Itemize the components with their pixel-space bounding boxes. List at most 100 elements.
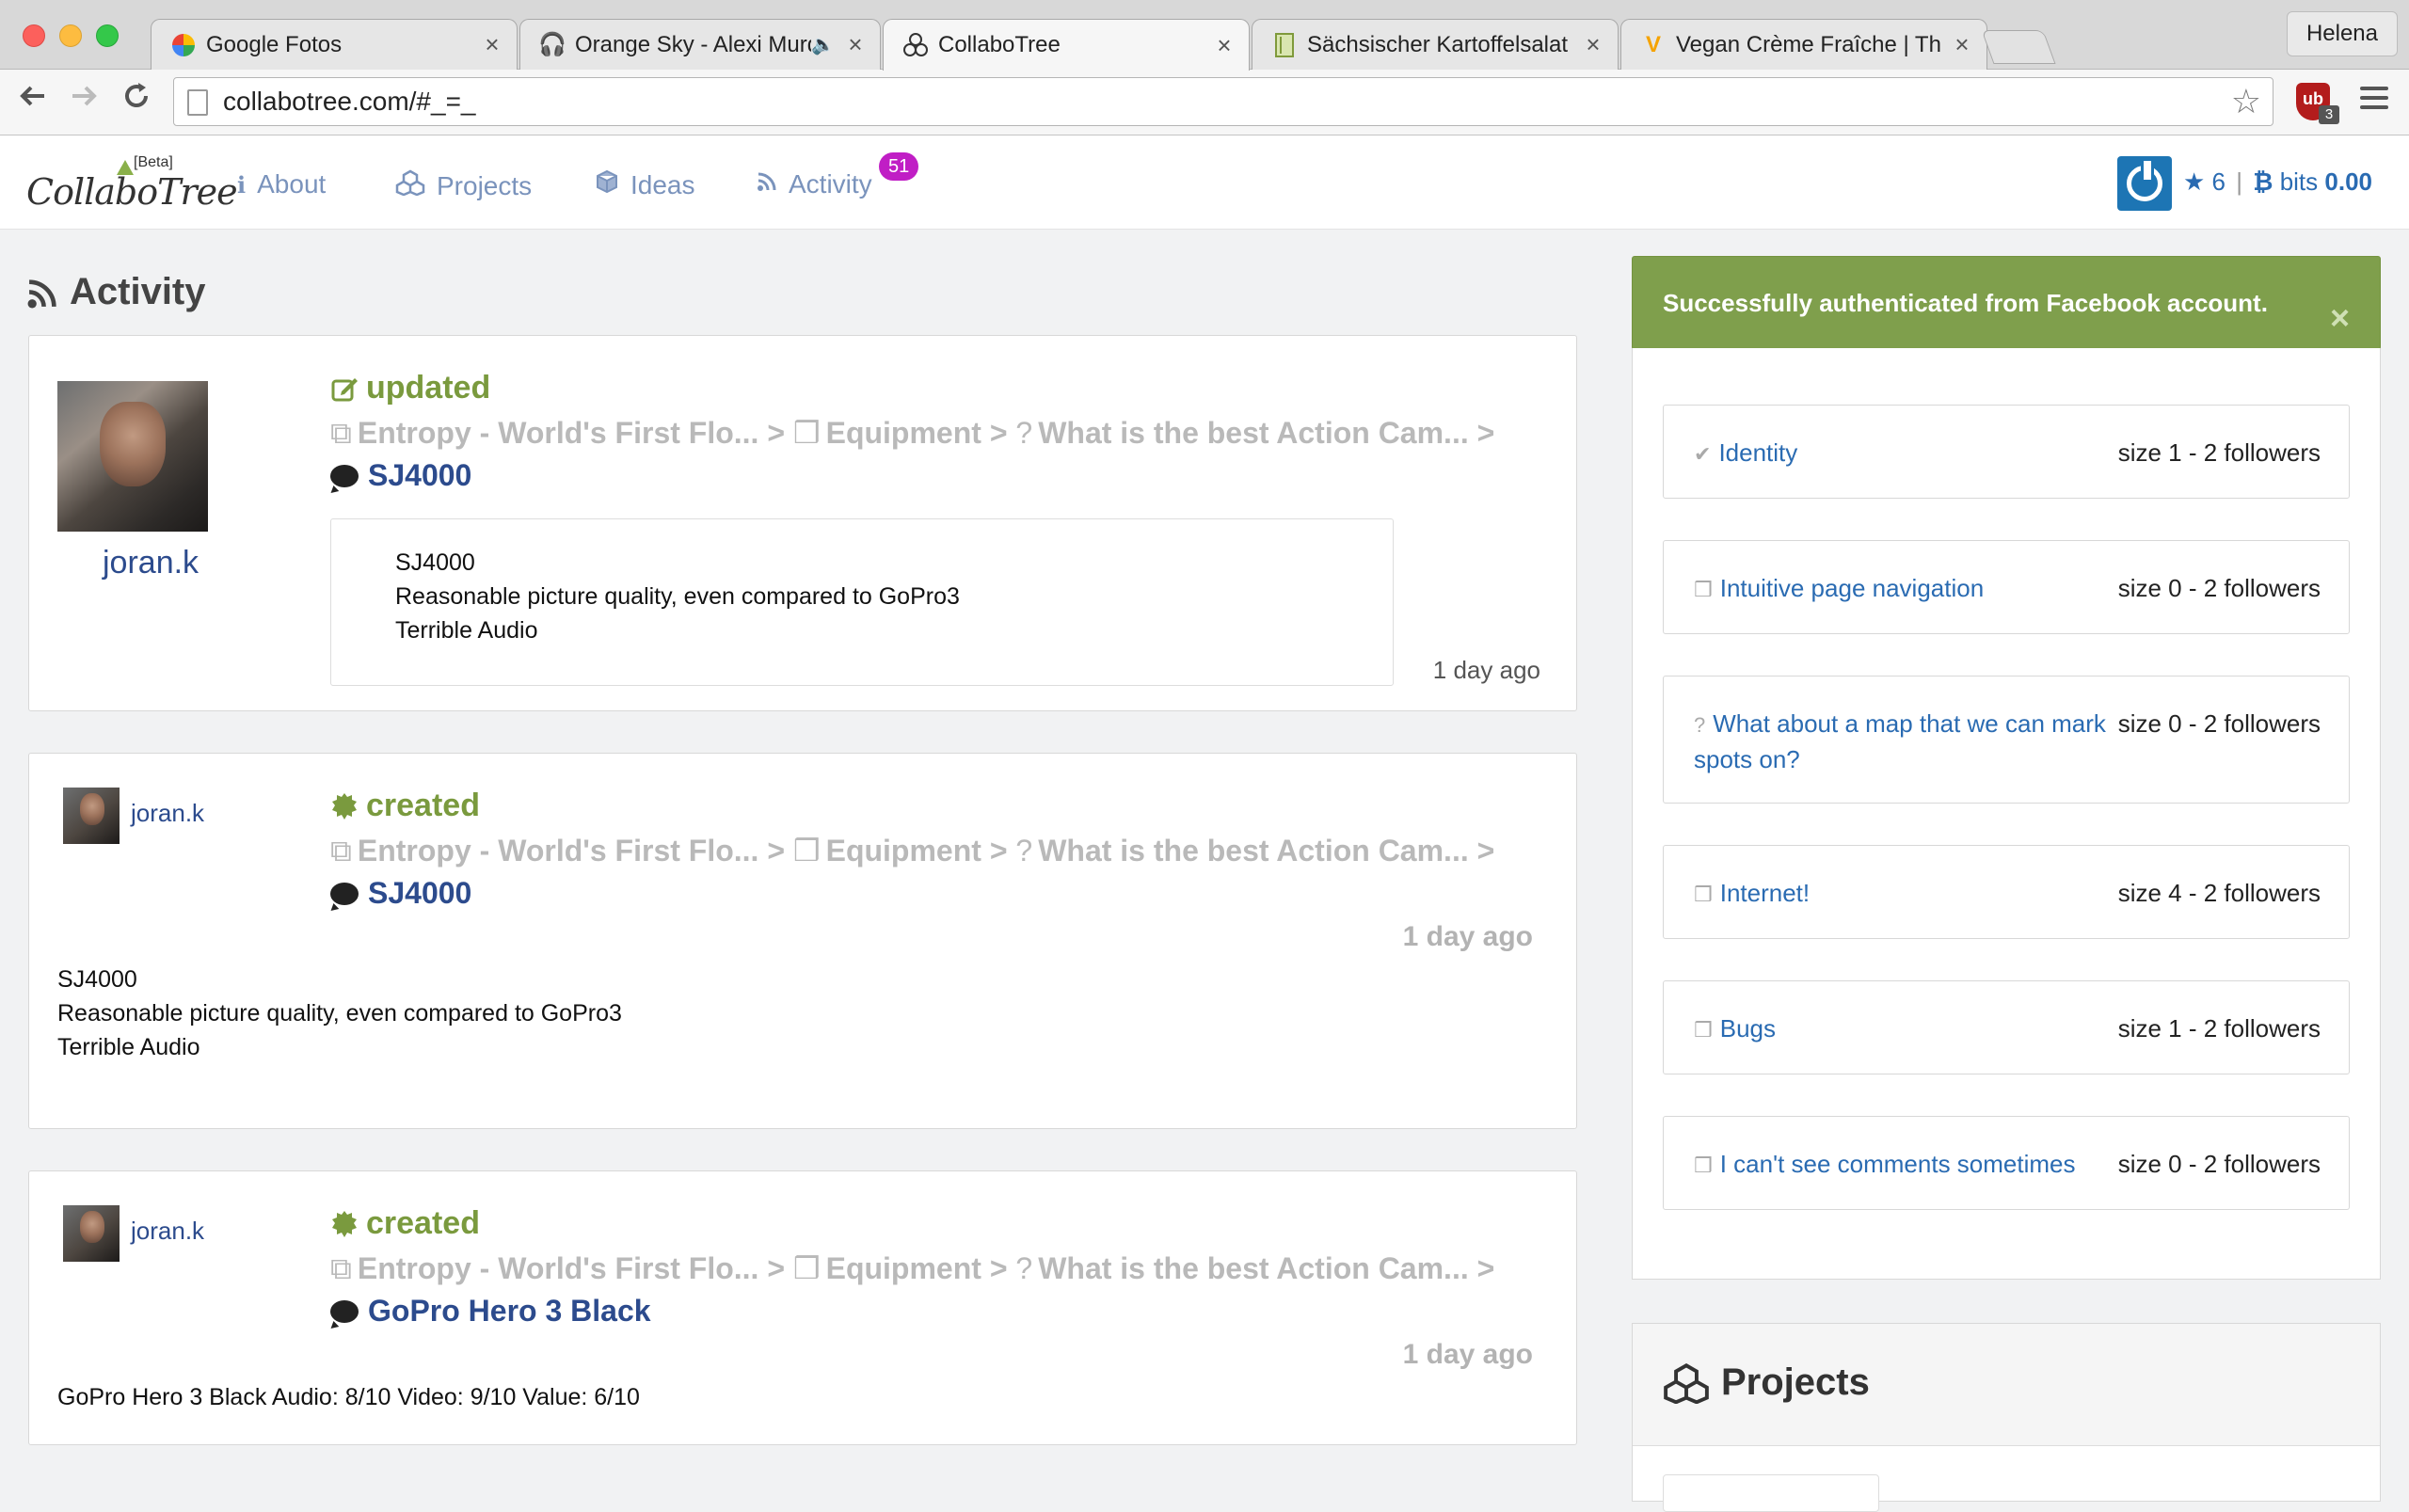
bookmark-star-icon[interactable]: ☆ xyxy=(2231,82,2261,121)
cube-icon: ❒ xyxy=(1694,1154,1713,1177)
avatar[interactable] xyxy=(63,1205,120,1262)
topic-item[interactable]: ? What about a map that we can mark spots… xyxy=(1663,676,2350,804)
close-tab-icon[interactable]: × xyxy=(844,30,867,59)
topic-item[interactable]: ❒ I can't see comments sometimes size 0 -… xyxy=(1663,1116,2350,1210)
close-tab-icon[interactable]: × xyxy=(1582,30,1604,59)
cube-icon: ❒ xyxy=(792,416,821,450)
topic-name-text: What about a map that we can mark spots … xyxy=(1694,709,2106,773)
action-text: updated xyxy=(366,370,491,406)
breadcrumb-separator: > xyxy=(989,1251,1016,1285)
breadcrumb-project[interactable]: Entropy - World's First Flo... xyxy=(358,1251,759,1285)
topic-name[interactable]: ❒ Intuitive page navigation xyxy=(1694,571,2108,607)
cube-icon: ❒ xyxy=(792,1251,821,1285)
breadcrumb-separator: > xyxy=(1476,834,1495,867)
target-link[interactable]: SJ4000 xyxy=(330,876,471,911)
topic-item[interactable]: ✔ Identity size 1 - 2 followers xyxy=(1663,405,2350,499)
browser-menu-icon[interactable] xyxy=(2360,87,2388,115)
user-stats[interactable]: ★ 6 | ₿ bits 0.00 xyxy=(2183,167,2372,197)
browser-tab-vegan[interactable]: V Vegan Crème Fraîche | The × xyxy=(1620,19,1987,70)
nav-about[interactable]: i About xyxy=(237,169,326,199)
topic-item[interactable]: ❒ Internet! size 4 - 2 followers xyxy=(1663,845,2350,939)
activity-count-badge: 51 xyxy=(879,152,919,181)
action-label: created xyxy=(330,1205,480,1242)
topic-name[interactable]: ❒ Bugs xyxy=(1694,1011,2108,1047)
nav-projects[interactable]: Projects xyxy=(395,169,532,202)
breadcrumb-question[interactable]: What is the best Action Cam... xyxy=(1038,834,1469,867)
cube-icon: ❒ xyxy=(1694,578,1713,601)
speaker-icon: 🔈 xyxy=(811,35,835,56)
rss-icon xyxy=(757,171,777,199)
close-tab-icon[interactable]: × xyxy=(1213,31,1236,60)
topic-name[interactable]: ? What about a map that we can mark spots… xyxy=(1694,707,2117,776)
close-window-button[interactable] xyxy=(23,24,45,47)
url-text[interactable]: collabotree.com/#_=_ xyxy=(223,78,476,125)
breadcrumb-project[interactable]: Entropy - World's First Flo... xyxy=(358,416,759,450)
content-line: Reasonable picture quality, even compare… xyxy=(395,583,960,610)
topic-name[interactable]: ❒ I can't see comments sometimes xyxy=(1694,1147,2108,1183)
logo-text: CollaboTree xyxy=(26,171,238,213)
cubes-icon: ⧉ xyxy=(330,416,352,450)
nav-activity[interactable]: Activity xyxy=(757,169,872,199)
content-line: Reasonable picture quality, even compare… xyxy=(57,1000,622,1027)
browser-tab-collabotree[interactable]: CollaboTree × xyxy=(883,19,1250,71)
close-tab-icon[interactable]: × xyxy=(1951,30,1973,59)
comment-icon xyxy=(330,464,359,487)
breadcrumb-idea[interactable]: Equipment xyxy=(826,1251,981,1285)
stars-count: 6 xyxy=(2211,167,2226,196)
breadcrumb-project[interactable]: Entropy - World's First Flo... xyxy=(358,834,759,867)
username-link[interactable]: joran.k xyxy=(103,545,199,581)
topic-name-text: Internet! xyxy=(1719,879,1811,907)
activity-card: joran.k created ⧉ Entropy - World's First… xyxy=(28,753,1577,1129)
avatar[interactable] xyxy=(57,381,208,532)
breadcrumb-idea[interactable]: Equipment xyxy=(826,834,981,867)
project-item[interactable] xyxy=(1663,1474,1879,1512)
content-body: SJ4000 Reasonable picture quality, even … xyxy=(57,963,622,1064)
username-link[interactable]: joran.k xyxy=(131,1217,204,1246)
action-label: created xyxy=(330,788,480,824)
topic-item[interactable]: ❒ Intuitive page navigation size 0 - 2 fo… xyxy=(1663,540,2350,634)
address-bar[interactable]: collabotree.com/#_=_ ☆ xyxy=(173,77,2273,126)
browser-tab-kartoffelsalat[interactable]: Sächsischer Kartoffelsalat × xyxy=(1252,19,1619,70)
timestamp: 1 day ago xyxy=(1432,656,1540,684)
nav-label: Activity xyxy=(789,169,872,199)
breadcrumb-idea[interactable]: Equipment xyxy=(826,416,981,450)
content-line: SJ4000 xyxy=(57,966,137,993)
logout-button[interactable] xyxy=(2117,156,2172,211)
topic-meta: size 1 - 2 followers xyxy=(2117,1014,2321,1042)
nav-label: Ideas xyxy=(630,169,695,199)
comment-icon xyxy=(330,1299,359,1323)
new-tab-button[interactable] xyxy=(1981,30,2056,64)
content-body: GoPro Hero 3 Black Audio: 8/10 Video: 9/… xyxy=(57,1380,640,1414)
nav-label: About xyxy=(257,169,327,199)
reload-button[interactable] xyxy=(115,79,158,122)
edit-icon xyxy=(331,377,358,401)
target-link[interactable]: SJ4000 xyxy=(330,458,471,493)
close-tab-icon[interactable]: × xyxy=(481,30,503,59)
nav-label: Projects xyxy=(437,170,533,200)
topic-name[interactable]: ❒ Internet! xyxy=(1694,876,2108,912)
target-link[interactable]: GoPro Hero 3 Black xyxy=(330,1294,651,1329)
profile-button[interactable]: Helena xyxy=(2286,11,2398,56)
topic-item[interactable]: ❒ Bugs size 1 - 2 followers xyxy=(1663,980,2350,1074)
projects-panel-header: Projects xyxy=(1633,1324,2380,1446)
back-button[interactable] xyxy=(11,79,55,122)
browser-tab-orange-sky[interactable]: 🎧 Orange Sky - Alexi Murdoch 🔈 × xyxy=(519,19,881,70)
projects-panel-title-text: Projects xyxy=(1721,1361,1870,1403)
breadcrumb-question[interactable]: What is the best Action Cam... xyxy=(1038,416,1469,450)
topic-meta: size 0 - 2 followers xyxy=(2117,709,2321,738)
site-logo[interactable]: CollaboTree [Beta] xyxy=(26,154,238,215)
browser-tab-google-fotos[interactable]: Google Fotos × xyxy=(151,19,518,70)
avatar[interactable] xyxy=(63,788,120,844)
zoom-window-button[interactable] xyxy=(96,24,119,47)
breadcrumb: ⧉ Entropy - World's First Flo... > ❒ Equip… xyxy=(330,833,1494,869)
username-link[interactable]: joran.k xyxy=(131,799,204,828)
minimize-window-button[interactable] xyxy=(59,24,82,47)
topic-name[interactable]: ✔ Identity xyxy=(1694,436,2108,471)
close-alert-button[interactable]: × xyxy=(2330,298,2350,338)
nav-ideas[interactable]: Ideas xyxy=(595,169,695,200)
forward-button[interactable] xyxy=(62,79,105,122)
topic-meta: size 0 - 2 followers xyxy=(2117,1150,2321,1178)
breadcrumb-question[interactable]: What is the best Action Cam... xyxy=(1038,1251,1469,1285)
timestamp: 1 day ago xyxy=(1402,1339,1533,1370)
check-icon: ✔ xyxy=(1694,442,1712,466)
